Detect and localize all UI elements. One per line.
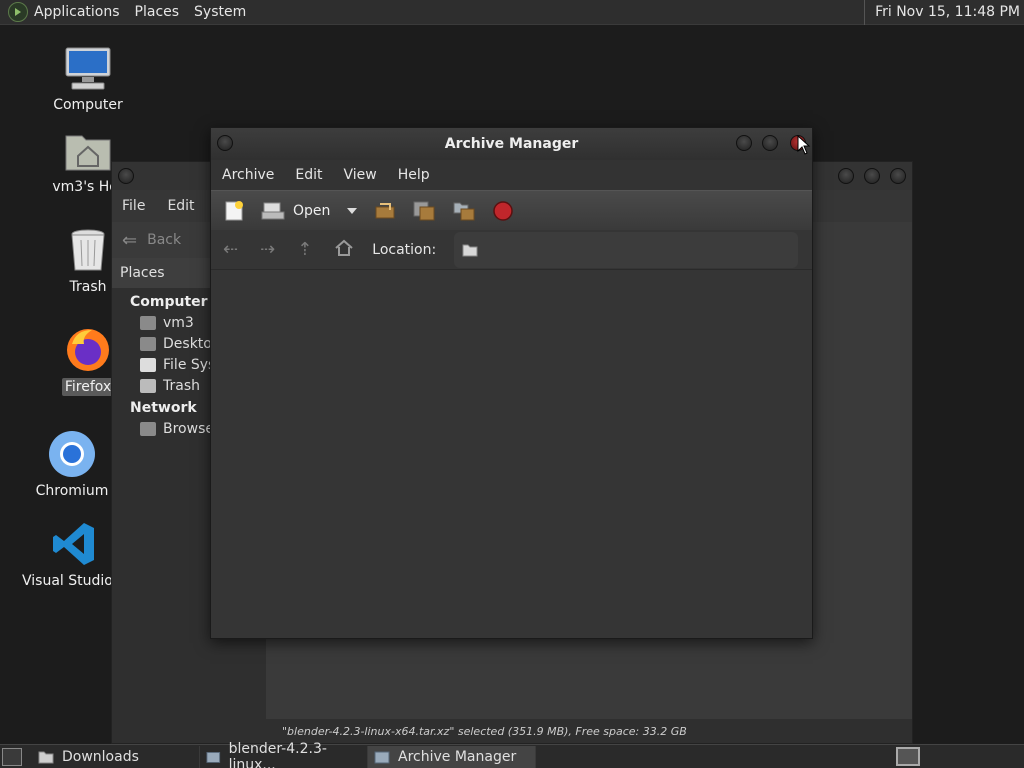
clock[interactable]: Fri Nov 15, 11:48 PM xyxy=(864,0,1020,25)
stop-button[interactable] xyxy=(492,197,514,225)
add-folder-icon xyxy=(453,202,475,220)
back-arrow-icon[interactable]: ⇠ xyxy=(223,239,238,260)
archive-file-list[interactable] xyxy=(211,272,812,638)
minimize-button[interactable] xyxy=(838,168,854,184)
mouse-cursor-icon xyxy=(797,134,811,159)
desktop-icon-label: Firefox xyxy=(61,378,115,396)
archive-manager-window: Archive Manager Archive Edit View Help O… xyxy=(210,127,813,639)
home-folder-icon xyxy=(140,316,156,330)
sidebar-item-label: Trash xyxy=(163,378,200,394)
trash-icon xyxy=(140,379,156,393)
add-files-icon xyxy=(413,201,435,220)
archive-manager-titlebar[interactable]: Archive Manager xyxy=(211,128,812,160)
window-menu-button[interactable] xyxy=(118,168,134,184)
forward-arrow-icon[interactable]: ⇢ xyxy=(260,239,275,260)
menu-view[interactable]: View xyxy=(344,167,377,183)
menu-archive[interactable]: Archive xyxy=(222,167,274,183)
folder-icon xyxy=(38,751,54,763)
sidebar-selector-label: Places xyxy=(120,265,165,281)
system-menu[interactable]: System xyxy=(194,4,246,20)
back-arrow-icon[interactable]: ⇐ xyxy=(122,230,137,251)
location-bar: ⇠ ⇢ ⇡ Location: xyxy=(211,230,812,270)
location-field[interactable] xyxy=(454,231,799,268)
menu-help[interactable]: Help xyxy=(398,167,430,183)
home-icon[interactable] xyxy=(334,239,354,261)
sidebar-item-label: vm3 xyxy=(163,315,194,331)
menu-edit[interactable]: Edit xyxy=(295,167,322,183)
extract-button[interactable] xyxy=(374,197,396,225)
add-files-button[interactable] xyxy=(412,197,436,225)
maximize-button[interactable] xyxy=(864,168,880,184)
maximize-button[interactable] xyxy=(762,135,778,151)
distro-logo-icon[interactable] xyxy=(8,2,28,22)
computer-icon xyxy=(64,44,112,92)
desktop-icon-label: Trash xyxy=(69,279,107,295)
folder-icon xyxy=(462,244,478,256)
places-menu[interactable]: Places xyxy=(135,4,180,20)
new-archive-icon xyxy=(225,200,243,220)
archive-manager-toolbar: Open xyxy=(211,190,812,230)
minimize-button[interactable] xyxy=(736,135,752,151)
window-title: Archive Manager xyxy=(444,136,579,152)
home-folder-icon xyxy=(64,126,112,174)
show-desktop-button[interactable] xyxy=(2,748,22,766)
taskbar: Downloads blender-4.2.3-linux... Archive… xyxy=(0,741,1024,768)
taskbar-item-label: Archive Manager xyxy=(398,748,517,765)
open-button-label: Open xyxy=(293,202,331,219)
menu-file[interactable]: File xyxy=(122,198,145,214)
open-dropdown-button[interactable] xyxy=(346,197,358,225)
window-menu-button[interactable] xyxy=(217,135,233,151)
desktop-icon-computer[interactable]: Computer xyxy=(33,44,143,114)
drive-icon xyxy=(140,358,156,372)
trash-icon xyxy=(64,226,112,274)
close-button[interactable] xyxy=(890,168,906,184)
archive-manager-menubar: Archive Edit View Help xyxy=(211,160,812,190)
taskbar-item-label: blender-4.2.3-linux... xyxy=(228,740,327,768)
desktop-icon-label: Computer xyxy=(53,97,123,113)
desktop-folder-icon xyxy=(140,337,156,351)
top-panel: Applications Places System Fri Nov 15, 1… xyxy=(0,0,1024,25)
network-icon xyxy=(140,422,156,436)
desktop-icon-label: Chromium xyxy=(35,483,109,499)
archive-icon xyxy=(206,751,221,763)
location-label: Location: xyxy=(372,241,437,258)
taskbar-item-downloads[interactable]: Downloads xyxy=(32,745,200,768)
up-arrow-icon[interactable]: ⇡ xyxy=(297,239,312,260)
applications-menu[interactable]: Applications xyxy=(34,4,120,20)
archive-icon xyxy=(374,751,390,763)
status-bar: "blender-4.2.3-linux-x64.tar.xz" selecte… xyxy=(266,719,912,743)
taskbar-item-blender-archive[interactable]: blender-4.2.3-linux... xyxy=(200,741,368,768)
new-archive-button[interactable] xyxy=(223,197,245,225)
extract-icon xyxy=(375,202,395,218)
add-folder-button[interactable] xyxy=(452,197,476,225)
menu-edit[interactable]: Edit xyxy=(167,198,194,214)
workspace-switcher[interactable] xyxy=(896,747,920,766)
chromium-icon xyxy=(48,430,96,478)
open-button[interactable]: Open xyxy=(261,197,330,225)
vscode-icon xyxy=(50,520,98,568)
firefox-icon xyxy=(64,326,112,374)
stop-icon xyxy=(493,200,514,221)
back-button[interactable]: Back xyxy=(147,232,181,248)
chevron-down-icon xyxy=(347,207,358,214)
taskbar-item-label: Downloads xyxy=(62,748,139,765)
taskbar-item-archive-manager[interactable]: Archive Manager xyxy=(368,745,536,768)
open-icon xyxy=(261,202,285,219)
